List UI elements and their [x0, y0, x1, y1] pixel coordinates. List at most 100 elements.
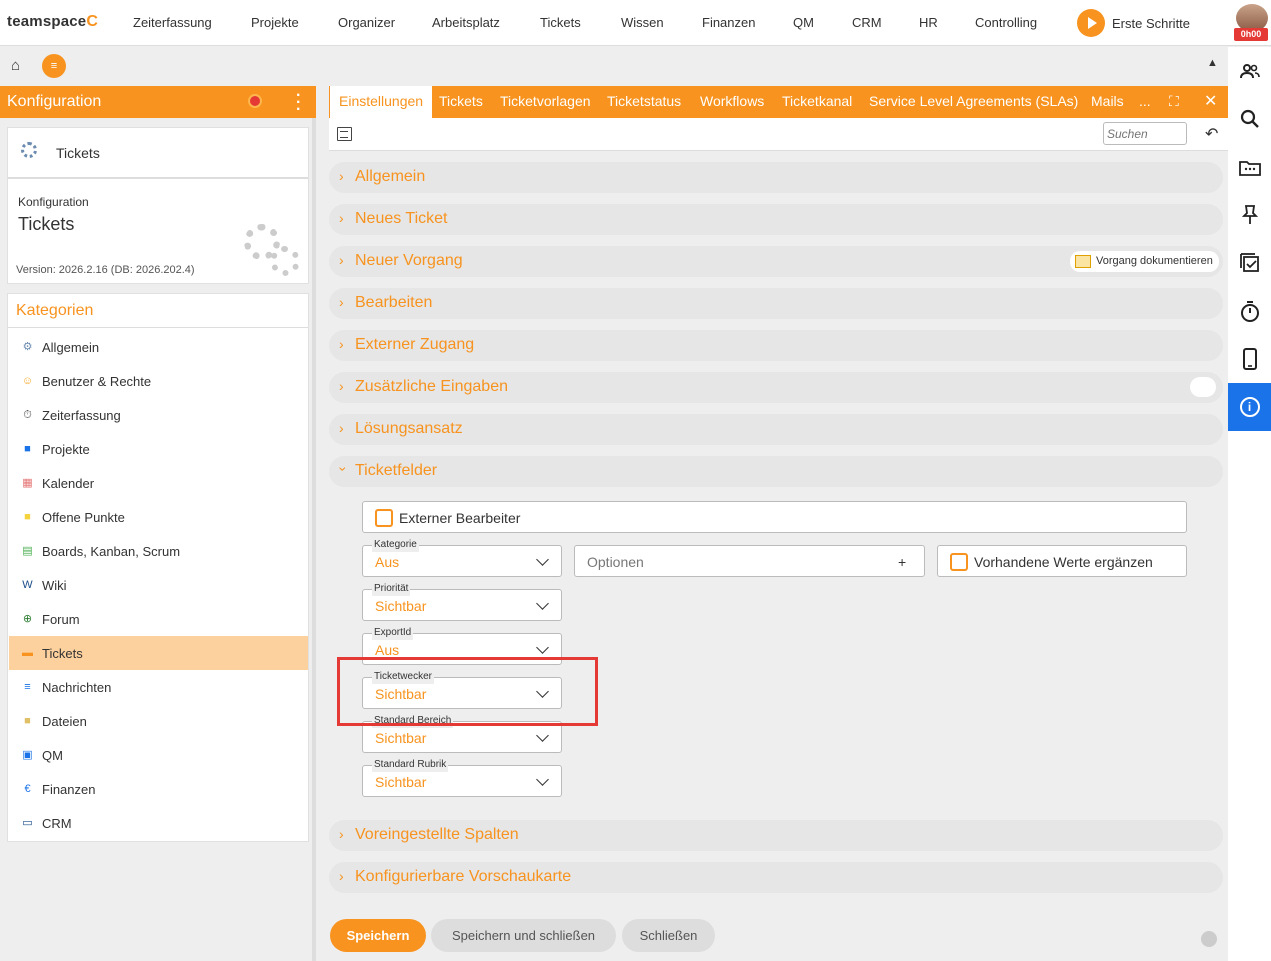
nav-finanzen[interactable]: Finanzen — [702, 15, 755, 30]
section-loesungsansatz[interactable]: › Lösungsansatz — [329, 414, 1223, 445]
nav-arbeitsplatz[interactable]: Arbeitsplatz — [432, 15, 500, 30]
checklist-icon[interactable] — [1228, 239, 1271, 287]
mobile-icon[interactable] — [1228, 335, 1271, 383]
home-icon[interactable]: ⌂ — [11, 57, 20, 74]
externer-bearbeiter-checkbox[interactable]: Externer Bearbeiter — [362, 501, 1187, 533]
field-value: Sichtbar — [375, 730, 427, 746]
save-button[interactable]: Speichern — [330, 919, 426, 952]
checkbox[interactable] — [950, 553, 968, 571]
optionen-input[interactable]: Optionen + — [574, 545, 925, 577]
folder-dots-icon[interactable] — [1228, 143, 1271, 191]
nav-tickets[interactable]: Tickets — [540, 15, 581, 30]
section-voreingestellte-spalten[interactable]: › Voreingestellte Spalten — [329, 820, 1223, 851]
erste-schritte-button[interactable]: Erste Schritte — [1077, 9, 1190, 37]
module-title: Tickets — [18, 214, 75, 234]
section-neuer-vorgang[interactable]: › Neuer Vorgang Vorgang dokumentieren — [329, 246, 1223, 277]
vorgang-dokumentieren-button[interactable]: Vorgang dokumentieren — [1070, 251, 1219, 272]
nav-wissen[interactable]: Wissen — [621, 15, 664, 30]
bug-icon[interactable] — [248, 94, 262, 108]
category-item[interactable]: ⚙ Allgemein — [9, 330, 308, 364]
search-icon[interactable] — [1228, 95, 1271, 143]
section-title: Konfigurierbare Vorschaukarte — [355, 868, 572, 885]
section-bearbeiten[interactable]: › Bearbeiten — [329, 288, 1223, 319]
categories-title: Kategorien — [16, 302, 94, 319]
tab-slas[interactable]: Service Level Agreements (SLAs) — [869, 93, 1078, 109]
toolbar: ↶ — [329, 118, 1228, 151]
folder-icon: ■ — [24, 443, 31, 455]
kategorie-select[interactable]: Kategorie Aus — [362, 538, 562, 577]
category-label: Tickets — [42, 646, 83, 661]
close-button[interactable]: Schließen — [622, 919, 715, 952]
category-label: Projekte — [42, 442, 90, 457]
nav-qm[interactable]: QM — [793, 15, 814, 30]
checkbox[interactable] — [375, 509, 393, 527]
category-label: Zeiterfassung — [42, 408, 121, 423]
category-item[interactable]: ▦ Kalender — [9, 466, 308, 500]
category-item[interactable]: ■ Dateien — [9, 704, 308, 738]
info-icon[interactable]: i — [1228, 383, 1271, 431]
category-item[interactable]: ⏱ Zeiterfassung — [9, 398, 308, 432]
checkbox-label: Externer Bearbeiter — [399, 510, 521, 526]
prioritaet-select[interactable]: Priorität Sichtbar — [362, 582, 562, 621]
chevron-down-icon — [536, 773, 549, 786]
tab-ticketvorlagen[interactable]: Ticketvorlagen — [500, 93, 591, 109]
kebab-menu-icon[interactable]: · · · — [296, 88, 301, 118]
menu-icon[interactable]: ≡ — [42, 54, 66, 78]
nav-hr[interactable]: HR — [919, 15, 938, 30]
section-zusaetzliche-eingaben[interactable]: › Zusätzliche Eingaben — [329, 372, 1223, 403]
category-item[interactable]: ☺ Benutzer & Rechte — [9, 364, 308, 398]
category-item[interactable]: ≡ Nachrichten — [9, 670, 308, 704]
search-input[interactable] — [1103, 122, 1187, 145]
category-item[interactable]: ▣ QM — [9, 738, 308, 772]
category-item[interactable]: ▬ Tickets — [9, 636, 308, 670]
category-item[interactable]: € Finanzen — [9, 772, 308, 806]
nav-projekte[interactable]: Projekte — [251, 15, 299, 30]
save-and-close-button[interactable]: Speichern und schließen — [431, 919, 616, 952]
tab-mails[interactable]: Mails — [1091, 93, 1124, 109]
crm-icon: ▭ — [22, 817, 33, 829]
tab-ticketstatus[interactable]: Ticketstatus — [607, 93, 681, 109]
highlight-annotation — [337, 657, 598, 726]
tab-workflows[interactable]: Workflows — [700, 93, 764, 109]
stopwatch-icon[interactable] — [1228, 287, 1271, 335]
section-externer-zugang[interactable]: › Externer Zugang — [329, 330, 1223, 361]
category-item[interactable]: ■ Offene Punkte — [9, 500, 308, 534]
standard-rubrik-select[interactable]: Standard Rubrik Sichtbar — [362, 758, 562, 797]
category-item[interactable]: ▤ Boards, Kanban, Scrum — [9, 534, 308, 568]
category-label: Kalender — [42, 476, 95, 491]
nav-zeiterfassung[interactable]: Zeiterfassung — [133, 15, 212, 30]
maximize-icon[interactable]: ⛶ — [1169, 93, 1179, 110]
category-item[interactable]: ■ Projekte — [9, 432, 308, 466]
teamspace-logo[interactable]: teamspaceC — [7, 13, 98, 31]
section-ticketfelder[interactable]: › Ticketfelder — [329, 456, 1223, 487]
section-konfigurierbare-vorschaukarte[interactable]: › Konfigurierbare Vorschaukarte — [329, 862, 1223, 893]
main-area: Einstellungen Tickets Ticketvorlagen Tic… — [322, 86, 1228, 961]
category-item[interactable]: ▭ CRM — [9, 806, 308, 840]
user-icon[interactable] — [1201, 931, 1217, 947]
section-neues-ticket[interactable]: › Neues Ticket — [329, 204, 1223, 235]
chevron-right-icon: › — [339, 294, 344, 310]
tab-einstellungen[interactable]: Einstellungen — [330, 86, 433, 118]
nav-crm[interactable]: CRM — [852, 15, 882, 30]
document-icon[interactable] — [337, 127, 352, 141]
wiki-icon: W — [22, 579, 33, 591]
nav-organizer[interactable]: Organizer — [338, 15, 395, 30]
undo-icon[interactable]: ↶ — [1205, 124, 1218, 144]
add-option-icon[interactable]: + — [898, 554, 906, 570]
vorhandene-werte-checkbox[interactable]: Vorhandene Werte ergänzen — [937, 545, 1187, 577]
nav-controlling[interactable]: Controlling — [975, 15, 1037, 30]
checkbox-label: Vorhandene Werte ergänzen — [974, 554, 1153, 570]
category-item[interactable]: W Wiki — [9, 568, 308, 602]
section-allgemein[interactable]: › Allgemein — [329, 162, 1223, 193]
tab-ticketkanal[interactable]: Ticketkanal — [782, 93, 852, 109]
category-item[interactable]: ⊕ Forum — [9, 602, 308, 636]
collapse-icon[interactable]: ▲ — [1207, 57, 1218, 69]
users-icon[interactable] — [1228, 47, 1271, 95]
close-icon[interactable]: ✕ — [1204, 91, 1217, 111]
pin-icon[interactable] — [1228, 191, 1271, 239]
tab-tickets[interactable]: Tickets — [439, 93, 483, 109]
tab-more[interactable]: ... — [1139, 93, 1151, 109]
module-selector[interactable]: Tickets — [8, 128, 308, 179]
toggle-switch[interactable] — [1190, 377, 1216, 397]
chevron-down-icon — [536, 597, 549, 610]
